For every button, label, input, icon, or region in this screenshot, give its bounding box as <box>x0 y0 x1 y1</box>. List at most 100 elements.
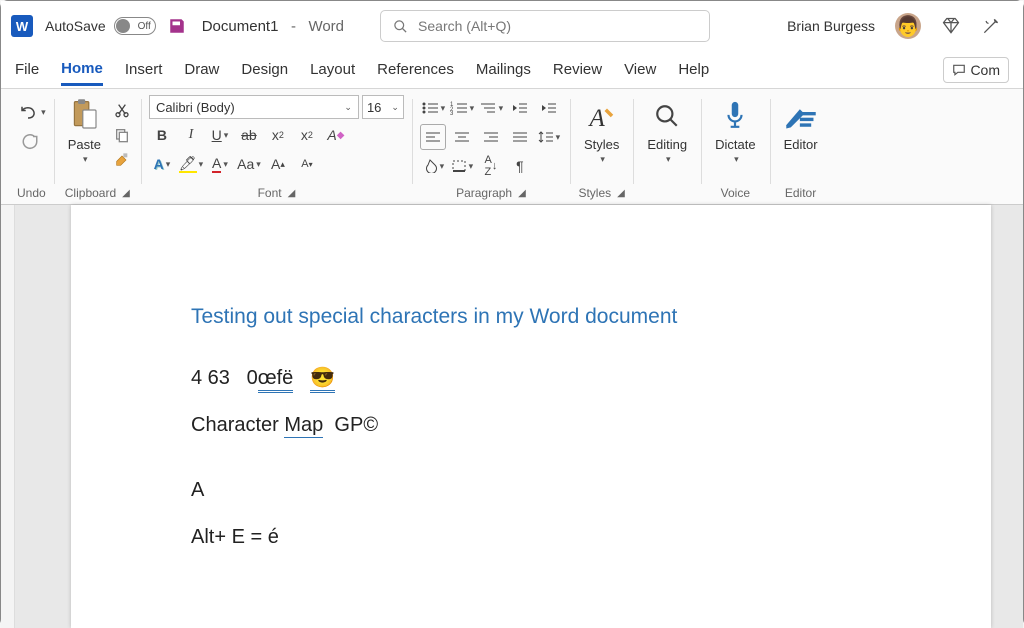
word-app-icon: W <box>11 15 33 37</box>
document-line[interactable]: Character Map GP© <box>191 414 871 437</box>
ribbon: ▾ Undo Paste ▾ <box>1 89 1023 205</box>
document-line[interactable]: A <box>191 479 871 502</box>
highlight-button[interactable]: 🖊▾ <box>178 151 204 177</box>
group-voice: Dictate ▾ Voice <box>701 93 769 204</box>
editor-button[interactable]: Editor <box>778 95 824 154</box>
ribbon-tabs: File Home Insert Draw Design Layout Refe… <box>1 51 1023 89</box>
group-font: Calibri (Body) ⌄ 16 ⌄ B I U▾ ab x2 x2 A◆… <box>141 93 412 204</box>
align-center-button[interactable] <box>449 124 475 150</box>
autosave-toggle[interactable]: Off <box>114 17 156 35</box>
chevron-down-icon: ▾ <box>41 107 46 118</box>
text-effects-button[interactable]: A▾ <box>149 151 175 177</box>
vertical-ruler[interactable] <box>1 205 15 628</box>
wand-icon[interactable] <box>981 16 1001 36</box>
tab-insert[interactable]: Insert <box>125 55 163 84</box>
group-styles: A Styles ▾ Styles◢ <box>570 93 633 204</box>
numbering-button[interactable]: 123▾ <box>449 95 475 121</box>
redo-button[interactable] <box>17 128 43 154</box>
tab-mailings[interactable]: Mailings <box>476 55 531 84</box>
document-line[interactable]: 4 63 0œfë 😎 <box>191 365 871 390</box>
subscript-button[interactable]: x2 <box>265 122 291 148</box>
align-right-button[interactable] <box>478 124 504 150</box>
save-icon[interactable] <box>168 17 186 35</box>
search-icon <box>654 97 680 135</box>
clipboard-icon <box>69 97 99 135</box>
dialog-launcher-icon[interactable]: ◢ <box>518 188 526 199</box>
cut-button[interactable] <box>111 99 133 121</box>
shrink-font-button[interactable]: A▾ <box>294 151 320 177</box>
document-line[interactable]: Alt+ E = é <box>191 526 871 549</box>
tab-layout[interactable]: Layout <box>310 55 355 84</box>
document-area: Testing out special characters in my Wor… <box>1 205 1023 628</box>
tab-view[interactable]: View <box>624 55 656 84</box>
microphone-icon <box>722 97 748 135</box>
group-paragraph: ▾ 123▾ ▾ ▾ ▾ ▾ AZ↓ ¶ Paragraph◢ <box>412 93 570 204</box>
user-name[interactable]: Brian Burgess <box>787 18 875 34</box>
font-size-select[interactable]: 16 ⌄ <box>362 95 404 119</box>
shading-button[interactable]: ▾ <box>420 153 446 179</box>
group-editor: Editor Editor <box>770 93 832 204</box>
chevron-down-icon: ▾ <box>666 154 671 165</box>
justify-button[interactable] <box>507 124 533 150</box>
superscript-button[interactable]: x2 <box>294 122 320 148</box>
tab-draw[interactable]: Draw <box>184 55 219 84</box>
chevron-down-icon: ▾ <box>600 154 605 165</box>
emoji-icon: 😎 <box>310 367 335 393</box>
chevron-down-icon: ▾ <box>83 154 88 165</box>
show-marks-button[interactable]: ¶ <box>507 153 533 179</box>
copy-button[interactable] <box>111 124 133 146</box>
title-bar: W AutoSave Off Document1 - Word Search (… <box>1 1 1023 51</box>
tab-review[interactable]: Review <box>553 55 602 84</box>
dialog-launcher-icon[interactable]: ◢ <box>288 188 296 199</box>
search-placeholder: Search (Alt+Q) <box>418 18 511 34</box>
styles-button[interactable]: A Styles ▾ <box>578 95 625 167</box>
chevron-down-icon: ⌄ <box>344 102 352 113</box>
tab-home[interactable]: Home <box>61 54 103 86</box>
document-heading[interactable]: Testing out special characters in my Wor… <box>191 305 871 329</box>
editing-button[interactable]: Editing ▾ <box>641 95 693 167</box>
avatar[interactable] <box>895 13 921 39</box>
tab-help[interactable]: Help <box>678 55 709 84</box>
group-clipboard: Paste ▾ Clipboard◢ <box>54 93 141 204</box>
search-icon <box>393 19 408 34</box>
styles-icon: A <box>587 97 617 135</box>
clear-formatting-button[interactable]: A◆ <box>323 122 349 148</box>
document-title[interactable]: Document1 - Word <box>202 18 344 35</box>
autosave-control[interactable]: AutoSave Off <box>45 17 156 35</box>
search-box[interactable]: Search (Alt+Q) <box>380 10 710 42</box>
italic-button[interactable]: I <box>178 122 204 148</box>
dictate-button[interactable]: Dictate ▾ <box>709 95 761 167</box>
line-spacing-button[interactable]: ▾ <box>536 124 562 150</box>
paste-button[interactable]: Paste ▾ <box>62 95 107 167</box>
svg-text:3: 3 <box>450 111 454 115</box>
bullets-button[interactable]: ▾ <box>420 95 446 121</box>
diamond-icon[interactable] <box>941 16 961 36</box>
tab-file[interactable]: File <box>15 55 39 84</box>
font-name-select[interactable]: Calibri (Body) ⌄ <box>149 95 359 119</box>
align-left-button[interactable] <box>420 124 446 150</box>
strikethrough-button[interactable]: ab <box>236 122 262 148</box>
change-case-button[interactable]: Aa▾ <box>236 151 262 177</box>
undo-button[interactable]: ▾ <box>17 99 46 125</box>
editor-icon <box>784 97 818 135</box>
underline-button[interactable]: U▾ <box>207 122 233 148</box>
increase-indent-button[interactable] <box>536 95 562 121</box>
page[interactable]: Testing out special characters in my Wor… <box>71 205 991 628</box>
format-painter-button[interactable] <box>111 149 133 171</box>
dialog-launcher-icon[interactable]: ◢ <box>122 188 130 199</box>
grow-font-button[interactable]: A▴ <box>265 151 291 177</box>
borders-button[interactable]: ▾ <box>449 153 475 179</box>
bold-button[interactable]: B <box>149 122 175 148</box>
sort-button[interactable]: AZ↓ <box>478 153 504 179</box>
tab-references[interactable]: References <box>377 55 454 84</box>
tab-design[interactable]: Design <box>241 55 288 84</box>
group-editing: Editing ▾ <box>633 93 701 204</box>
comments-button[interactable]: Com <box>943 57 1009 83</box>
dialog-launcher-icon[interactable]: ◢ <box>617 188 625 199</box>
svg-text:A: A <box>587 105 605 132</box>
decrease-indent-button[interactable] <box>507 95 533 121</box>
chevron-down-icon: ⌄ <box>391 102 399 113</box>
font-color-button[interactable]: A▾ <box>207 151 233 177</box>
multilevel-list-button[interactable]: ▾ <box>478 95 504 121</box>
group-undo: ▾ Undo <box>9 93 54 204</box>
